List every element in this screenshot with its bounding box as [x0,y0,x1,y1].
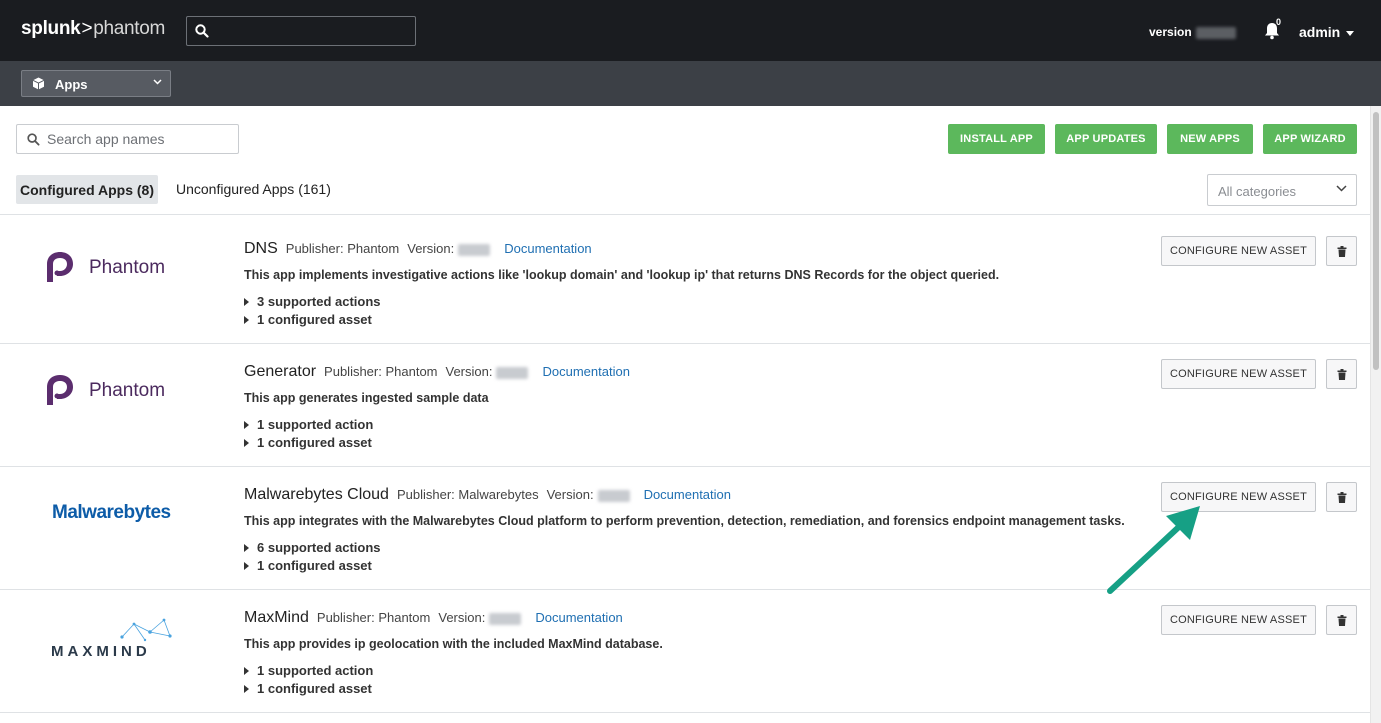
maxmind-logo: MAXMIND [30,612,200,662]
app-title-line: Malwarebytes Cloud Publisher: Malwarebyte… [244,486,731,504]
trash-icon [1337,615,1347,626]
app-version: Version: [446,364,529,379]
app-version: Version: [438,610,522,625]
configure-new-asset-button[interactable]: CONFIGURE NEW ASSET [1161,605,1316,635]
list-divider [0,712,1370,713]
app-name: DNS [244,240,278,257]
section-dropdown[interactable]: Apps [21,70,171,97]
search-icon [27,133,40,146]
new-apps-button[interactable]: NEW APPS [1167,124,1253,154]
app-name: Generator [244,363,317,380]
delete-app-button[interactable] [1326,359,1357,389]
phantom-logo: Phantom [30,243,200,293]
top-navbar: splunk>phantom version 0 admin [0,0,1381,61]
malwarebytes-logo: Malwarebytes [52,502,171,523]
caret-right-icon [244,421,249,429]
app-version: Version: [547,487,630,502]
delete-app-button[interactable] [1326,605,1357,635]
caret-right-icon [244,685,249,693]
app-row-maxmind: MAXMIND MaxMind Publisher: Phantom Version… [0,584,1370,706]
chevron-down-icon [153,79,162,85]
supported-actions-toggle[interactable]: 6 supported actions [244,540,381,555]
caret-right-icon [244,667,249,675]
notification-count: 0 [1276,17,1282,27]
configured-assets-toggle[interactable]: 1 configured asset [244,435,372,450]
configure-new-asset-button[interactable]: CONFIGURE NEW ASSET [1161,359,1316,389]
search-icon [195,24,209,38]
caret-down-icon [1346,30,1355,36]
phantom-logo: Phantom [30,366,200,416]
global-search-input[interactable] [186,16,416,46]
tab-configured-apps[interactable]: Configured Apps (8) [16,175,158,204]
configured-assets-toggle[interactable]: 1 configured asset [244,681,372,696]
version-redacted [1195,26,1236,39]
app-description: This app provides ip geolocation with th… [244,637,663,651]
configured-assets-toggle[interactable]: 1 configured asset [244,312,372,327]
app-publisher: Publisher: Phantom [285,241,400,256]
caret-right-icon [244,562,249,570]
app-name: Malwarebytes Cloud [244,486,389,503]
caret-right-icon [244,316,249,324]
delete-app-button[interactable] [1326,236,1357,266]
supported-actions-toggle[interactable]: 1 supported action [244,663,373,678]
trash-icon [1337,369,1347,380]
configure-new-asset-button[interactable]: CONFIGURE NEW ASSET [1161,236,1316,266]
app-search-input[interactable] [47,129,232,149]
app-wizard-button[interactable]: APP WIZARD [1263,124,1357,154]
install-app-button[interactable]: INSTALL APP [948,124,1045,154]
app-version: Version: [407,241,491,256]
app-title-line: MaxMind Publisher: Phantom Version: Documen… [244,609,623,627]
tab-unconfigured-apps[interactable]: Unconfigured Apps (161) [176,181,331,197]
caret-right-icon [244,298,249,306]
documentation-link[interactable]: Documentation [535,610,622,625]
cube-icon [32,77,45,90]
category-select[interactable]: All categories [1207,174,1357,206]
app-row-dns: Phantom DNS Publisher: Phantom Version: Doc… [0,215,1370,337]
app-updates-button[interactable]: APP UPDATES [1055,124,1157,154]
scrollbar-thumb[interactable] [1373,112,1379,370]
app-description: This app generates ingested sample data [244,391,489,405]
splunk-phantom-logo[interactable]: splunk>phantom [21,18,165,40]
app-publisher: Publisher: Phantom [316,610,431,625]
section-bar: Apps [0,61,1381,106]
page-scrollbar[interactable] [1370,106,1381,723]
supported-actions-toggle[interactable]: 3 supported actions [244,294,381,309]
delete-app-button[interactable] [1326,482,1357,512]
chevron-down-icon [1336,185,1347,192]
app-description: This app implements investigative action… [244,268,1000,282]
trash-icon [1337,246,1347,257]
version-redacted [597,489,630,502]
app-search-field[interactable] [16,124,239,154]
trash-icon [1337,492,1347,503]
annotation-arrow-icon [1107,506,1200,594]
version-label: version [1149,25,1236,39]
app-publisher: Publisher: Phantom [324,364,438,379]
app-name: MaxMind [244,609,309,626]
version-redacted [496,366,529,379]
app-description: This app integrates with the Malwarebyte… [244,514,1125,528]
app-row-generator: Phantom Generator Publisher: Phantom Versi… [0,338,1370,460]
version-redacted [489,612,522,625]
app-title-line: Generator Publisher: Phantom Version: Docum… [244,363,630,381]
documentation-link[interactable]: Documentation [504,241,591,256]
supported-actions-toggle[interactable]: 1 supported action [244,417,373,432]
app-title-line: DNS Publisher: Phantom Version: Documentati… [244,240,592,258]
caret-right-icon [244,544,249,552]
caret-right-icon [244,439,249,447]
documentation-link[interactable]: Documentation [644,487,731,502]
user-menu[interactable]: admin [1299,24,1355,40]
app-publisher: Publisher: Malwarebytes [396,487,539,502]
configured-assets-toggle[interactable]: 1 configured asset [244,558,372,573]
version-redacted [458,243,491,256]
documentation-link[interactable]: Documentation [542,364,629,379]
